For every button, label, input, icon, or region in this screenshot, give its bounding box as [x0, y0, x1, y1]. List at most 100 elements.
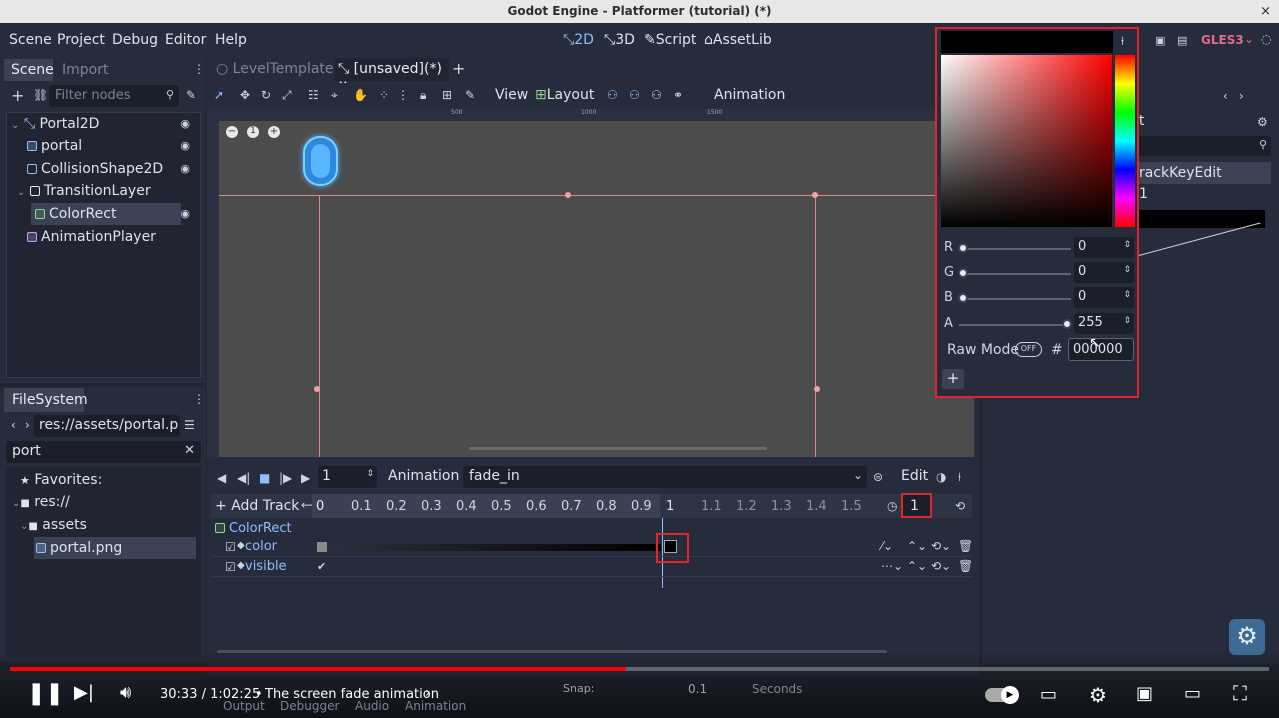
window-close-button[interactable]: × — [1260, 0, 1271, 23]
snap-options-icon[interactable]: ⋮ — [397, 88, 409, 102]
tab-scene[interactable]: Scene — [4, 59, 54, 81]
track-group-label[interactable]: ColorRect — [215, 521, 292, 536]
interpolation-icon[interactable]: ⁄⌄ — [881, 539, 893, 553]
resize-handle[interactable] — [314, 386, 320, 392]
instance-scene-icon[interactable]: ⛓ — [33, 88, 48, 102]
spin-arrows-icon[interactable]: ⇕ — [1123, 240, 1131, 250]
stop-icon[interactable]: ■ — [259, 471, 270, 485]
skeleton-icon[interactable]: ✎ — [465, 88, 475, 102]
channel-spinbox-a[interactable]: 255 ⇕ — [1074, 313, 1134, 334]
spin-arrows-icon[interactable]: ⇕ — [1123, 290, 1131, 300]
delete-track-icon[interactable]: 🗑︎ — [958, 559, 973, 573]
menu-scene[interactable]: Scene — [9, 32, 52, 48]
group-icon[interactable]: ⊞ — [442, 88, 452, 102]
autoplay-toggle[interactable]: ▶ — [985, 686, 1019, 704]
track-row-visible[interactable]: ☑ ◆ visible ✔ ⋯⌄ ⌃⌄ ⟲⌄ 🗑︎ — [211, 558, 973, 577]
pan-tool-icon[interactable]: ✋ — [353, 88, 368, 102]
loop-wrap-icon[interactable]: ⟲⌄ — [931, 539, 951, 553]
file-tree-favorites[interactable]: ★ Favorites: — [6, 469, 102, 491]
lock-icon[interactable]: 🔒︎ — [420, 88, 426, 103]
saturation-value-area[interactable] — [941, 55, 1112, 227]
play-backwards-icon[interactable]: ◀| — [237, 471, 250, 485]
subtitles-icon[interactable]: ▭ — [1040, 684, 1057, 705]
new-tab-icon[interactable]: + — [452, 59, 465, 78]
channel-knob-r[interactable] — [958, 243, 968, 253]
split-view-icon[interactable]: ☰ — [184, 418, 195, 432]
keyframe-start[interactable] — [317, 542, 327, 552]
tab-import[interactable]: Import — [62, 62, 108, 78]
snap-icon[interactable]: ⁘ — [379, 88, 389, 102]
file-tree-portal-png[interactable]: portal.png — [34, 537, 196, 559]
pivot-tool-icon[interactable]: ⌖ — [331, 88, 338, 103]
visibility-eye-icon[interactable]: ◉ — [180, 158, 190, 180]
loop-wrap-icon[interactable]: ⟲⌄ — [931, 559, 951, 573]
menu-project[interactable]: Project — [57, 32, 105, 48]
tree-node-portal2d[interactable]: ⌄ ⤡ Portal2D ◉ — [7, 113, 200, 135]
filter-nodes-input[interactable]: Filter nodes ⚲ — [49, 85, 179, 107]
pause-icon[interactable]: ❚❚ — [27, 681, 64, 706]
video-progress-track[interactable] — [10, 667, 1269, 671]
add-track-button[interactable]: + Add Track — [215, 498, 299, 514]
hex-input[interactable]: 000000 — [1068, 338, 1134, 361]
zoom-out-button[interactable]: − — [226, 126, 238, 138]
loop-icon[interactable]: ⟲ — [955, 499, 965, 513]
play-icon[interactable]: |▶ — [279, 471, 292, 485]
onion-skin-icon[interactable]: ◑ — [936, 470, 946, 484]
dock-menu-icon[interactable]: ⋮ — [193, 392, 205, 406]
chapter-chevron-icon[interactable]: › — [425, 685, 431, 701]
file-tree-assets[interactable]: ⌄■ assets — [6, 514, 87, 536]
file-tree-res[interactable]: ⌄■ res:// — [6, 491, 70, 513]
channel-slider-r[interactable] — [959, 248, 1071, 250]
key-link-icon[interactable]: ⚭ — [673, 88, 683, 102]
key-add-icon[interactable]: ⚇ — [651, 88, 662, 102]
theater-mode-icon[interactable]: ▭ — [1184, 683, 1201, 704]
edit-menu[interactable]: Edit — [901, 468, 928, 484]
track-enable-checkbox[interactable]: ☑ — [225, 560, 236, 574]
chapter-title[interactable]: The screen fade animation — [265, 687, 439, 702]
file-search-input[interactable]: port ✕ — [6, 441, 201, 463]
zoom-reset-button[interactable]: 1 — [247, 126, 259, 138]
list-tool-icon[interactable]: ☷ — [308, 88, 319, 102]
visibility-eye-icon[interactable]: ◉ — [180, 135, 190, 157]
spin-arrows-icon[interactable]: ⇕ — [366, 469, 374, 479]
workspace-3d[interactable]: ⤡3D — [604, 32, 635, 48]
visibility-eye-icon[interactable]: ◉ — [180, 203, 190, 225]
script-attach-icon[interactable]: ✎ — [186, 88, 196, 102]
update-mode-icon[interactable]: ⌃⌄ — [907, 559, 927, 573]
pin-icon[interactable]: ⍿ — [958, 470, 961, 485]
spin-arrows-icon[interactable]: ⇕ — [1123, 265, 1131, 275]
volume-icon[interactable]: 🔊︎ — [120, 682, 131, 703]
hue-slider[interactable] — [1115, 55, 1135, 227]
workspace-script[interactable]: ✎Script — [644, 32, 696, 48]
eyedropper-icon[interactable]: ⍿ — [1121, 34, 1124, 49]
tree-node-animationplayer[interactable]: AnimationPlayer — [7, 226, 200, 248]
zoom-in-button[interactable]: + — [268, 126, 280, 138]
property-filter-input[interactable]: ⚲ — [1135, 136, 1271, 156]
channel-spinbox-g[interactable]: 0 ⇕ — [1074, 262, 1134, 283]
raw-mode-toggle[interactable]: OFF — [1015, 342, 1042, 357]
channel-knob-b[interactable] — [958, 293, 968, 303]
fullscreen-icon[interactable]: ⛶ — [1233, 681, 1247, 705]
miniplayer-icon[interactable]: ▣ — [1136, 683, 1153, 704]
layout-menu[interactable]: ⊞Layout — [535, 87, 594, 103]
play-custom-icon[interactable]: ▤ — [1177, 34, 1187, 47]
back-arrow-icon[interactable]: ‹ — [11, 418, 16, 432]
resize-handle[interactable] — [565, 192, 571, 198]
resize-handle[interactable] — [812, 192, 818, 198]
resize-handle[interactable] — [814, 386, 820, 392]
key-auto-icon[interactable]: ⚇ — [629, 88, 640, 102]
tree-node-transitionlayer[interactable]: ⌄ TransitionLayer — [7, 180, 200, 202]
canvas-viewport[interactable]: − 1 + — [219, 121, 974, 457]
tree-node-colorrect[interactable]: ColorRect ◉ — [7, 203, 200, 225]
animation-select[interactable]: fade_in ⌄ — [463, 466, 867, 488]
channel-slider-a[interactable] — [959, 324, 1071, 326]
move-tool-icon[interactable]: ✥ — [240, 88, 250, 102]
settings-gear-icon[interactable]: ⚙ — [1089, 683, 1107, 707]
channel-knob-a[interactable] — [1062, 319, 1072, 329]
select-tool-icon[interactable]: ➚ — [214, 88, 224, 102]
workspace-assetlib[interactable]: ⌂AssetLib — [704, 32, 772, 48]
track-row-color[interactable]: ☑ ◆ color ⁄⌄ ⌃⌄ ⟲⌄ 🗑︎ — [211, 533, 973, 563]
frame-spinbox[interactable]: 1 ⇕ — [318, 466, 377, 488]
channel-spinbox-r[interactable]: 0 ⇕ — [1074, 237, 1134, 258]
animation-length-input[interactable]: 1 — [901, 493, 932, 518]
